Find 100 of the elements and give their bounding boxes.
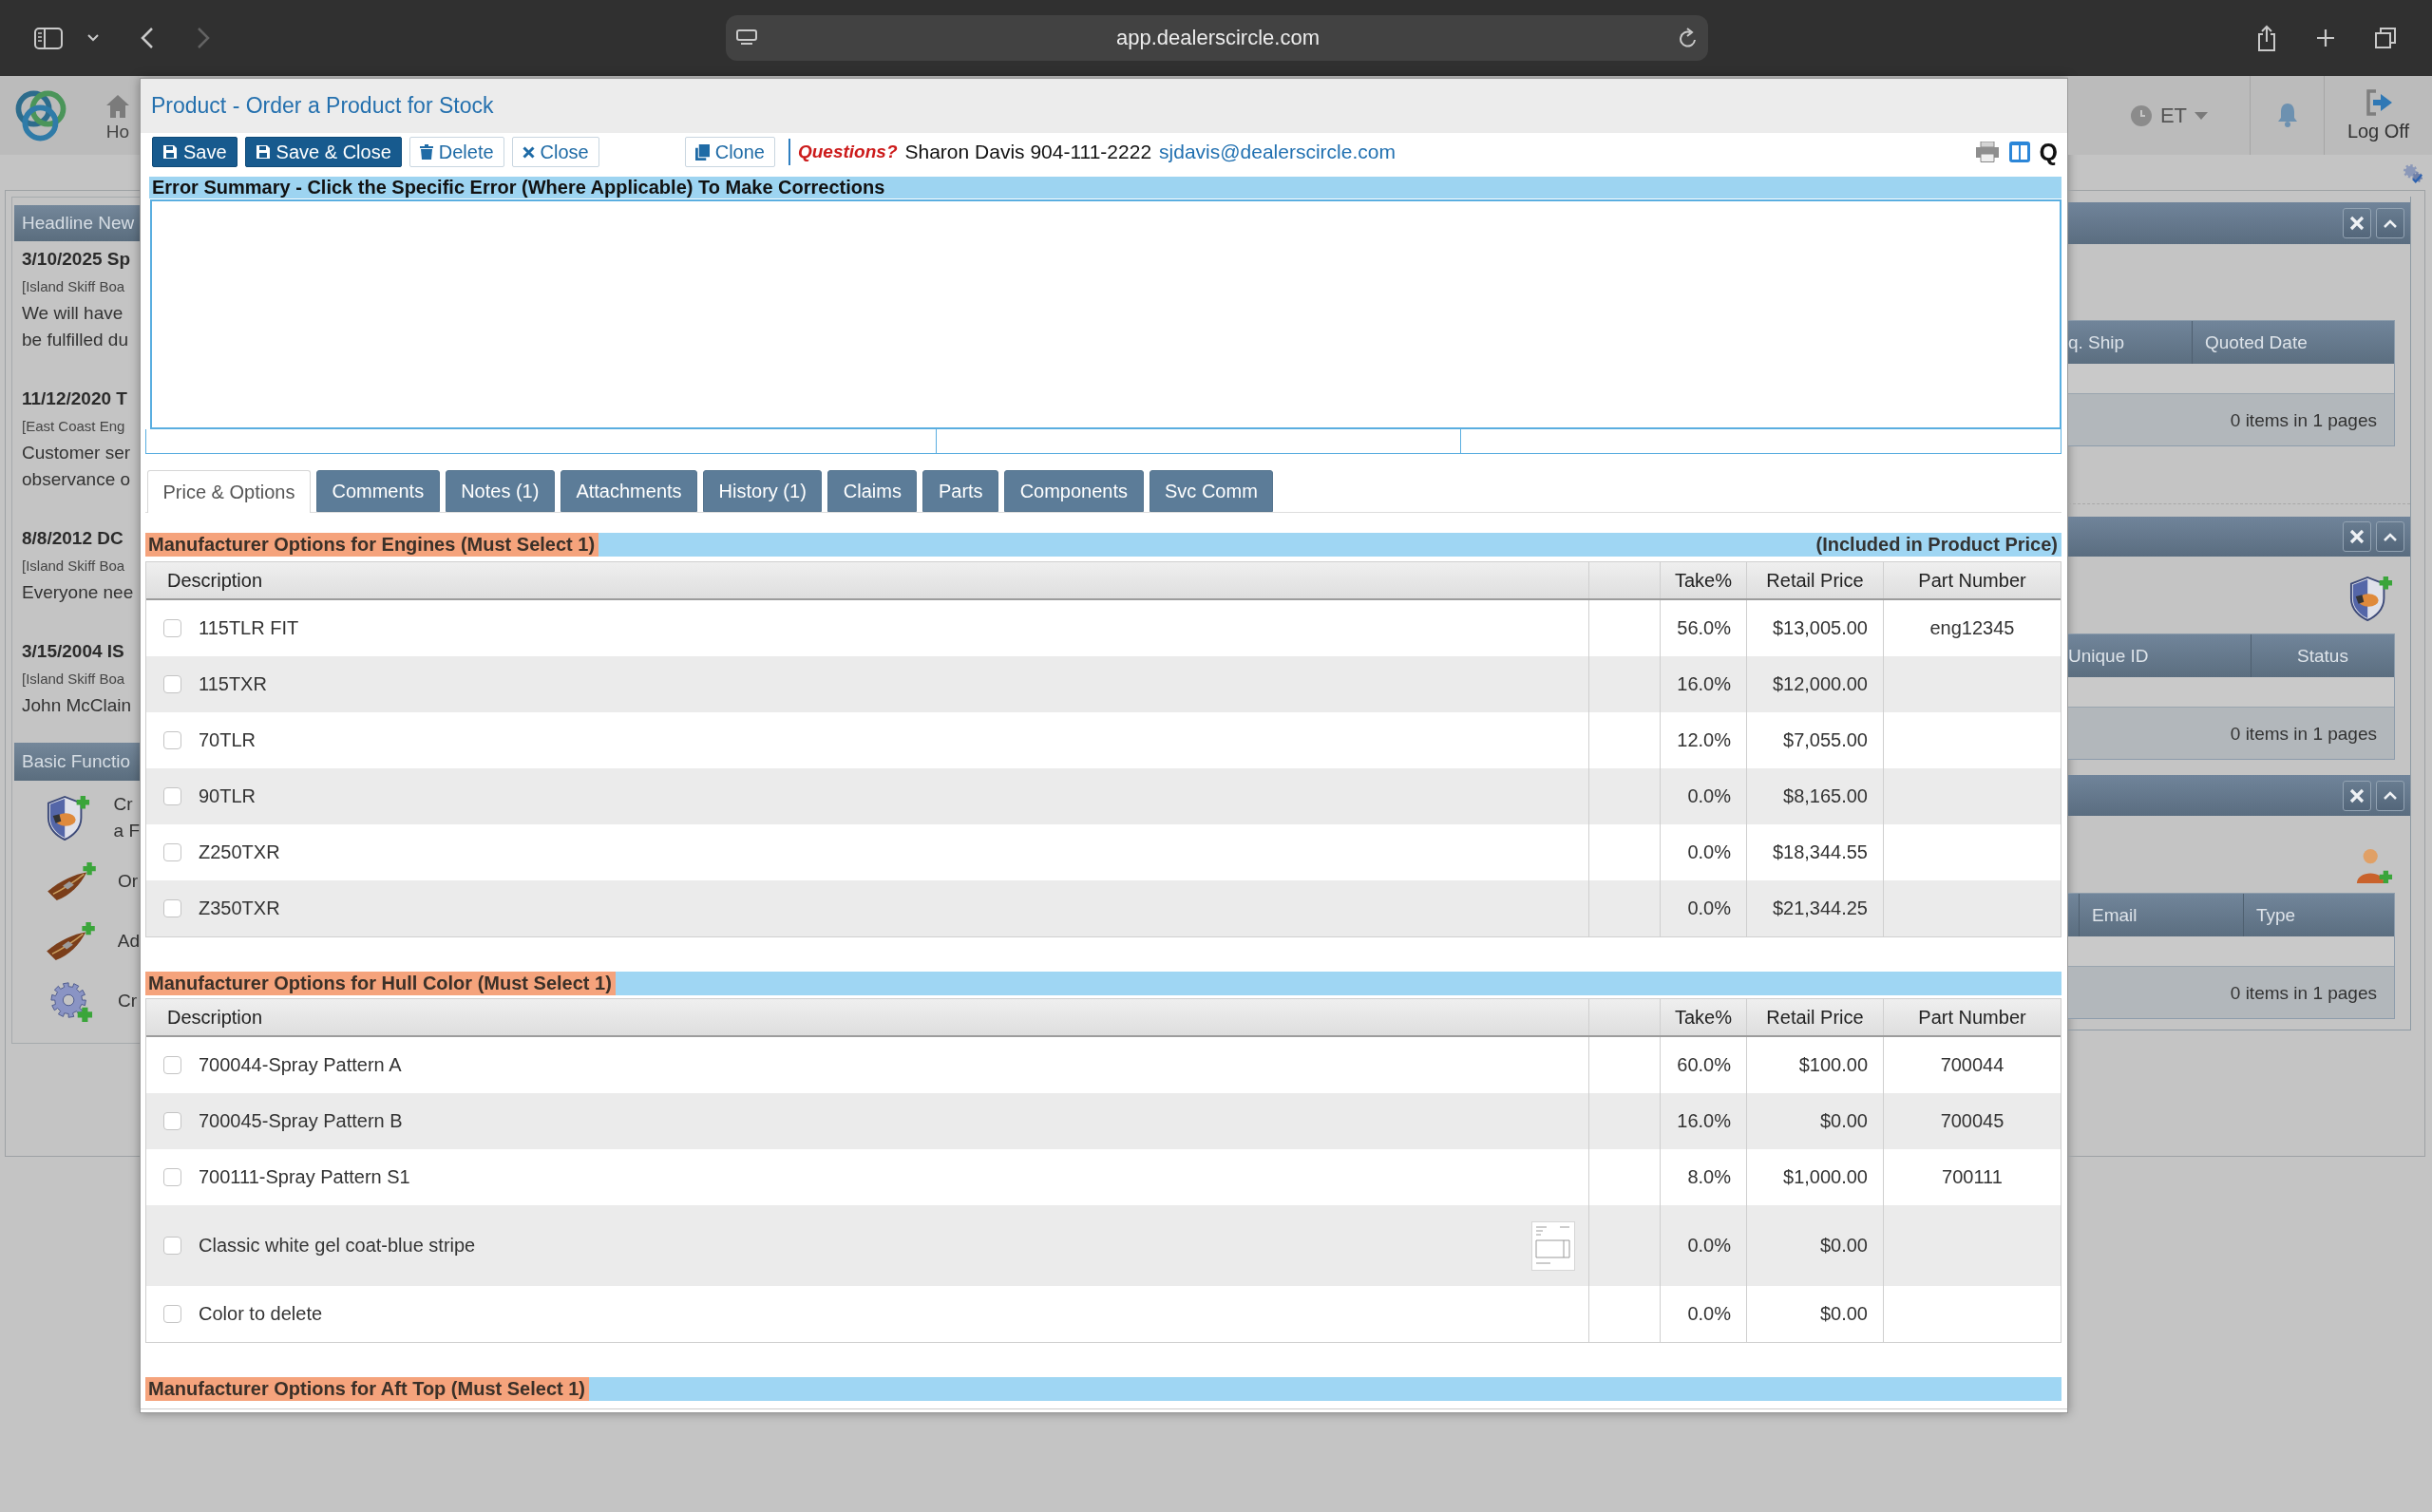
option-name: 115TXR	[199, 673, 267, 695]
chevron-down-icon[interactable]	[87, 34, 99, 42]
function-label[interactable]: Cr	[118, 988, 138, 1014]
plus-icon[interactable]	[2316, 28, 2335, 47]
shield-plus-icon[interactable]	[47, 795, 91, 841]
collapse-button[interactable]	[2376, 521, 2404, 552]
function-label[interactable]: Or	[118, 868, 139, 895]
person-plus-icon[interactable]	[2355, 847, 2393, 885]
function-label[interactable]: Cr	[113, 791, 140, 818]
delete-button[interactable]: Delete	[408, 137, 504, 167]
q-button[interactable]: Q	[2039, 140, 2058, 164]
option-name: 700045-Spray Pattern B	[199, 1110, 403, 1132]
close-icon	[2349, 787, 2365, 803]
news-title: 3/10/2025 Sp	[22, 248, 132, 271]
log-off-label: Log Off	[2346, 120, 2410, 142]
close-button[interactable]	[2343, 521, 2371, 552]
tab[interactable]: Claims	[827, 470, 918, 512]
column-header: Take%	[1661, 999, 1747, 1035]
column-header: Part Number	[1917, 569, 2027, 593]
collapse-button[interactable]	[2376, 780, 2404, 811]
collapse-button[interactable]	[2376, 208, 2404, 238]
checkbox[interactable]	[163, 1237, 181, 1255]
home-link[interactable]: Ho	[105, 94, 130, 142]
tab[interactable]: Comments	[315, 470, 440, 512]
url-text: app.dealerscircle.com	[1115, 26, 1320, 50]
save-button[interactable]: Save	[152, 137, 238, 167]
app-logo[interactable]	[15, 89, 66, 142]
checkbox[interactable]	[163, 675, 181, 693]
checkbox[interactable]	[163, 619, 181, 637]
address-bar[interactable]: app.dealerscircle.com	[726, 15, 1708, 61]
news-source: [Island Skiff Boa	[22, 557, 126, 576]
column-header: Retail Price	[1747, 562, 1884, 598]
close-icon	[522, 145, 535, 159]
option-name: 700044-Spray Pattern A	[199, 1054, 402, 1076]
table-cell: $21,344.25	[1747, 880, 1884, 936]
checkbox[interactable]	[163, 787, 181, 805]
tab[interactable]: Svc Comm	[1149, 470, 1274, 512]
checkbox[interactable]	[163, 1112, 181, 1130]
reload-icon[interactable]	[1679, 28, 1698, 48]
printer-icon[interactable]	[1974, 142, 2000, 162]
table-cell-text: 700045	[1939, 1109, 2005, 1133]
option-name: 700111-Spray Pattern S1	[199, 1166, 410, 1188]
dialog-title: Product - Order a Product for Stock	[141, 79, 2067, 133]
news-source: [East Coast Eng	[22, 417, 126, 436]
checkbox[interactable]	[163, 843, 181, 861]
table-cell: 0.0%	[1661, 880, 1747, 936]
email-link[interactable]: sjdavis@dealerscircle.com	[1159, 141, 1396, 163]
news-title: 11/12/2020 T	[22, 387, 128, 410]
gears-icon[interactable]	[2403, 163, 2423, 184]
clone-button[interactable]: Clone	[684, 137, 775, 167]
forward-icon[interactable]	[197, 27, 210, 49]
close-button[interactable]	[2343, 208, 2371, 238]
share-icon[interactable]	[2257, 25, 2276, 51]
home-icon[interactable]	[105, 94, 130, 119]
panel-title: Basic Functio	[14, 743, 140, 781]
table-cell-text: 700044	[1939, 1053, 2005, 1077]
column-header: Description	[146, 999, 1589, 1035]
checkbox[interactable]	[163, 1056, 181, 1074]
option-name: Color to delete	[199, 1303, 323, 1325]
columns-icon[interactable]	[2008, 142, 2030, 162]
timezone-dropdown[interactable]: ET	[2118, 76, 2250, 155]
boat-plus-icon[interactable]	[45, 921, 97, 961]
column-header[interactable]: Quoted Date	[2193, 321, 2394, 364]
close-button[interactable]	[2343, 780, 2371, 811]
option-name: 115TLR FIT	[199, 617, 299, 639]
boat-plus-icon[interactable]	[45, 861, 97, 901]
tab[interactable]: Attachments	[560, 470, 698, 512]
close-button[interactable]: Close	[511, 137, 599, 167]
checkbox[interactable]	[163, 1168, 181, 1186]
tab[interactable]: History (1)	[703, 470, 823, 512]
function-label[interactable]: a F	[113, 818, 140, 844]
checkbox[interactable]	[163, 731, 181, 749]
column-header[interactable]: Status	[2252, 634, 2394, 677]
shield-plus-icon[interactable]	[2349, 576, 2393, 621]
news-source: [Island Skiff Boa	[22, 277, 126, 296]
close-icon	[2349, 216, 2365, 231]
tab[interactable]: Price & Options	[147, 470, 311, 513]
panel-title: Headline New	[14, 205, 140, 241]
news-text: John McClain	[22, 694, 133, 717]
checkbox[interactable]	[163, 899, 181, 917]
tab[interactable]: Parts	[922, 470, 999, 512]
tabs-icon[interactable]	[2375, 28, 2396, 48]
tab[interactable]: Notes (1)	[445, 470, 555, 512]
sidebar-icon[interactable]	[34, 27, 63, 49]
trash-icon	[419, 144, 433, 160]
tab[interactable]: Components	[1004, 470, 1144, 512]
clock-icon	[2129, 104, 2153, 127]
log-off-button[interactable]: Log Off	[2325, 76, 2432, 155]
exit-arrow-icon	[2364, 88, 2393, 116]
page-icon[interactable]	[736, 29, 757, 47]
checkbox[interactable]	[163, 1305, 181, 1323]
function-label[interactable]: Ad	[117, 928, 140, 954]
back-icon[interactable]	[141, 27, 154, 49]
save-close-button[interactable]: Save & Close	[244, 137, 402, 167]
table-footer: 0 items in 1 pages	[2068, 966, 2394, 1018]
chevron-up-icon	[2384, 218, 2397, 228]
gear-plus-icon[interactable]	[48, 979, 93, 1023]
option-name: Classic white gel coat-blue stripe	[199, 1235, 476, 1257]
news-source: [Island Skiff Boa	[22, 670, 126, 689]
column-header[interactable]: Type	[2244, 894, 2394, 936]
